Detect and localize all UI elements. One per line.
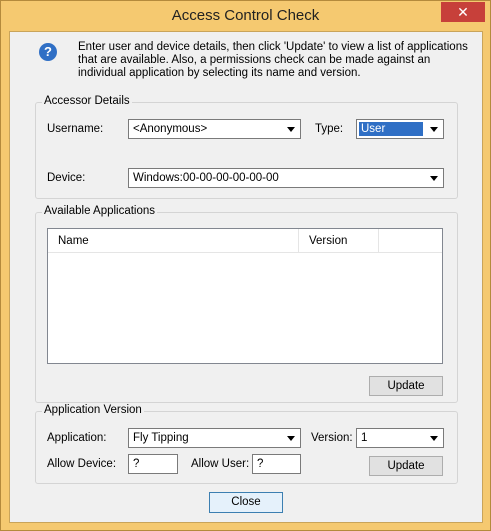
chevron-down-icon: [287, 436, 295, 441]
list-header: Name Version: [48, 229, 442, 253]
accessor-details-group: Accessor Details Username: <Anonymous> T…: [35, 95, 458, 199]
username-value: <Anonymous>: [133, 123, 208, 135]
column-header-name[interactable]: Name: [48, 229, 299, 253]
username-combo[interactable]: <Anonymous>: [128, 119, 301, 139]
question-icon: ?: [39, 43, 57, 61]
window-title: Access Control Check: [171, 7, 320, 24]
application-value: Fly Tipping: [133, 432, 189, 444]
update-applications-button[interactable]: Update: [369, 376, 443, 396]
device-combo[interactable]: Windows:00-00-00-00-00-00: [128, 168, 444, 188]
close-icon: ✕: [457, 4, 469, 20]
allow-device-field[interactable]: ?: [128, 454, 178, 474]
device-value: Windows:00-00-00-00-00-00: [133, 172, 279, 184]
version-combo[interactable]: 1: [356, 428, 444, 448]
applications-list[interactable]: Name Version: [47, 228, 443, 364]
column-header-version[interactable]: Version: [299, 229, 379, 253]
application-version-group: Application Version Application: Fly Tip…: [35, 404, 458, 484]
available-applications-label: Available Applications: [42, 205, 158, 217]
version-value: 1: [361, 432, 368, 444]
username-label: Username:: [47, 123, 104, 135]
application-combo[interactable]: Fly Tipping: [128, 428, 301, 448]
allow-device-value: ?: [133, 458, 140, 470]
application-version-label: Application Version: [42, 404, 144, 416]
access-control-window: Access Control Check ✕ ? Enter user and …: [0, 0, 491, 531]
type-combo[interactable]: User: [356, 119, 444, 139]
close-window-button[interactable]: ✕: [441, 2, 485, 22]
update-version-button[interactable]: Update: [369, 456, 443, 476]
chevron-down-icon: [430, 436, 438, 441]
close-button[interactable]: Close: [209, 492, 283, 513]
type-label: Type:: [315, 123, 344, 135]
chevron-down-icon: [430, 127, 438, 132]
version-label: Version:: [311, 432, 353, 444]
allow-user-field[interactable]: ?: [252, 454, 301, 474]
chevron-down-icon: [430, 176, 438, 181]
instructions-text: Enter user and device details, then clic…: [78, 41, 468, 79]
allow-user-value: ?: [257, 458, 264, 470]
dialog-client-area: ? Enter user and device details, then cl…: [9, 31, 483, 523]
type-value: User: [359, 122, 423, 136]
device-label: Device:: [47, 172, 86, 184]
title-bar[interactable]: Access Control Check ✕: [1, 1, 490, 31]
available-applications-group: Available Applications Name Version Upda…: [35, 205, 458, 403]
allow-device-label: Allow Device:: [47, 458, 117, 470]
allow-user-label: Allow User:: [191, 458, 250, 470]
accessor-details-label: Accessor Details: [42, 95, 132, 107]
chevron-down-icon: [287, 127, 295, 132]
application-label: Application:: [47, 432, 107, 444]
